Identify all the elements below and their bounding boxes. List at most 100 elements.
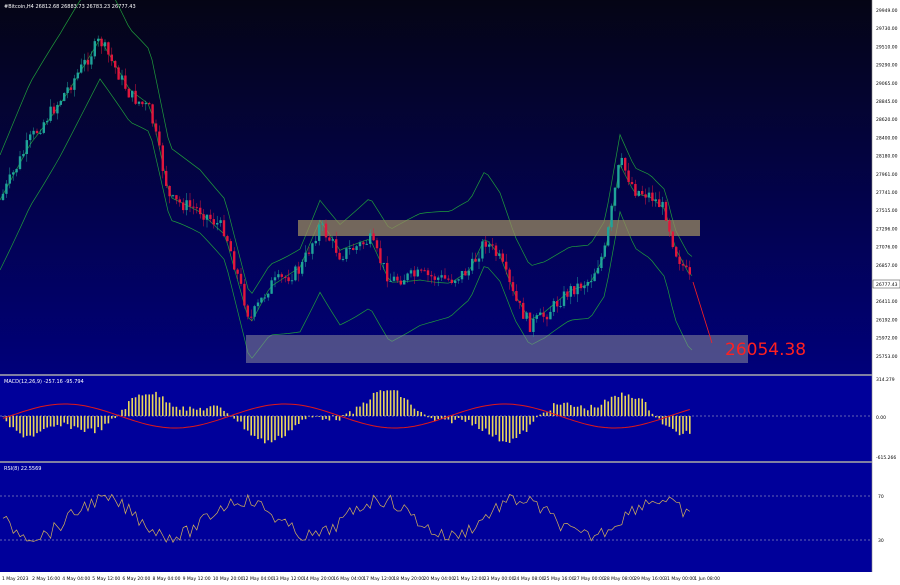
candle-body xyxy=(620,157,623,166)
candle-body xyxy=(413,270,416,277)
candle-body xyxy=(202,214,205,220)
macd-bar xyxy=(655,416,657,418)
candle-body xyxy=(212,219,215,225)
macd-bar xyxy=(587,410,589,416)
candle-body xyxy=(545,316,549,320)
candle-body xyxy=(362,242,365,245)
candle-body xyxy=(199,207,202,215)
macd-bar xyxy=(610,396,613,416)
macd-bar xyxy=(321,416,324,420)
macd-bar xyxy=(413,408,416,416)
time-tick-label: 13 May 12:00 xyxy=(273,576,304,582)
candle-body xyxy=(185,200,188,211)
candle-body xyxy=(586,281,589,286)
macd-bar xyxy=(56,416,59,425)
candle-body xyxy=(250,316,253,318)
candle-body xyxy=(318,224,321,241)
candle-body xyxy=(86,59,90,65)
macd-bar xyxy=(155,391,157,416)
candle-body xyxy=(528,312,532,332)
price-axis[interactable]: 29949.00 29730.00 29510.00 29290.00 29065.00… xyxy=(871,0,900,572)
time-axis[interactable]: 1 May 2023 2 May 16:00 4 May 04:00 5 May 12… xyxy=(0,572,900,585)
candle-body xyxy=(209,214,212,220)
macd-bar xyxy=(172,406,174,416)
candle-body xyxy=(464,270,467,276)
macd-bar xyxy=(410,404,412,416)
rsi-pane[interactable]: RSI(8) 22.5569 xyxy=(0,463,872,572)
candle-body xyxy=(297,266,300,274)
rsi-axis-70: 70 xyxy=(878,494,884,500)
macd-bar xyxy=(682,416,684,434)
macd-bar xyxy=(597,407,599,416)
time-tick-label: 4 May 04:00 xyxy=(62,576,90,582)
price-pane[interactable]: #Bitcoin,H4 26812.68 26883.73 26783.23 2… xyxy=(0,0,872,374)
macd-bar xyxy=(39,416,42,432)
macd-bar xyxy=(328,416,331,421)
macd-bar xyxy=(233,416,235,419)
macd-bar xyxy=(138,394,140,416)
macd-bar xyxy=(134,397,137,416)
candle-body xyxy=(42,122,45,133)
macd-bar xyxy=(9,416,11,428)
candle-body xyxy=(508,269,511,283)
candle-body xyxy=(664,201,668,221)
candle-body xyxy=(144,103,147,105)
macd-bar xyxy=(226,413,229,416)
resistance-zone[interactable] xyxy=(298,220,700,236)
macd-bar xyxy=(97,416,99,428)
candle-body xyxy=(460,270,464,280)
macd-bar xyxy=(267,416,269,441)
macd-bar xyxy=(539,414,541,416)
candle-body xyxy=(348,247,351,249)
macd-bar xyxy=(614,395,616,416)
macd-bar xyxy=(12,416,14,428)
macd-bar xyxy=(631,397,633,416)
macd-pane[interactable]: MACD(12,26,9) -257.16 -95.794 xyxy=(0,376,872,461)
candle-body xyxy=(222,220,226,237)
candle-body xyxy=(647,192,651,198)
macd-bar xyxy=(335,416,337,421)
macd-bar xyxy=(100,416,103,431)
macd-bar xyxy=(298,416,300,424)
candle-body xyxy=(430,275,433,277)
price-tick-label: 27515.00 xyxy=(876,208,898,214)
macd-bar xyxy=(73,416,76,427)
macd-bar xyxy=(22,416,25,438)
candle-body xyxy=(386,262,389,282)
macd-bar xyxy=(400,397,402,416)
macd-bar xyxy=(502,416,504,442)
macd-bar xyxy=(36,416,38,434)
macd-bar xyxy=(570,405,572,416)
trading-chart[interactable]: #Bitcoin,H4 26812.68 26883.73 26783.23 2… xyxy=(0,0,900,585)
candle-body xyxy=(426,270,430,276)
candle-body xyxy=(569,286,572,297)
candle-body xyxy=(443,275,447,279)
macd-bar xyxy=(627,394,630,416)
macd-bar xyxy=(70,416,72,429)
macd-bar xyxy=(332,415,334,416)
price-tick-label: 27961.00 xyxy=(876,172,898,178)
macd-bar xyxy=(678,416,681,436)
macd-bar xyxy=(468,416,470,420)
price-tick-label: 26411.00 xyxy=(876,299,898,305)
macd-bar xyxy=(124,409,127,416)
candle-body xyxy=(627,170,630,182)
candle-body xyxy=(654,199,657,201)
macd-bar xyxy=(508,416,511,443)
candle-body xyxy=(267,293,270,298)
candle-body xyxy=(301,261,304,274)
macd-bar xyxy=(53,416,55,427)
support-zone[interactable] xyxy=(246,335,748,363)
candle-body xyxy=(307,252,311,254)
time-tick-label: 27 May 00:00 xyxy=(574,576,605,582)
macd-bar xyxy=(77,416,79,428)
candle-body xyxy=(518,300,521,303)
macd-bar xyxy=(202,410,205,416)
macd-bar xyxy=(634,398,637,416)
macd-bar xyxy=(638,398,640,416)
candle-body xyxy=(49,106,52,121)
macd-bar xyxy=(179,409,181,416)
candle-body xyxy=(90,56,93,65)
price-tick-label: 28400.00 xyxy=(876,135,898,141)
macd-bar xyxy=(2,416,4,417)
